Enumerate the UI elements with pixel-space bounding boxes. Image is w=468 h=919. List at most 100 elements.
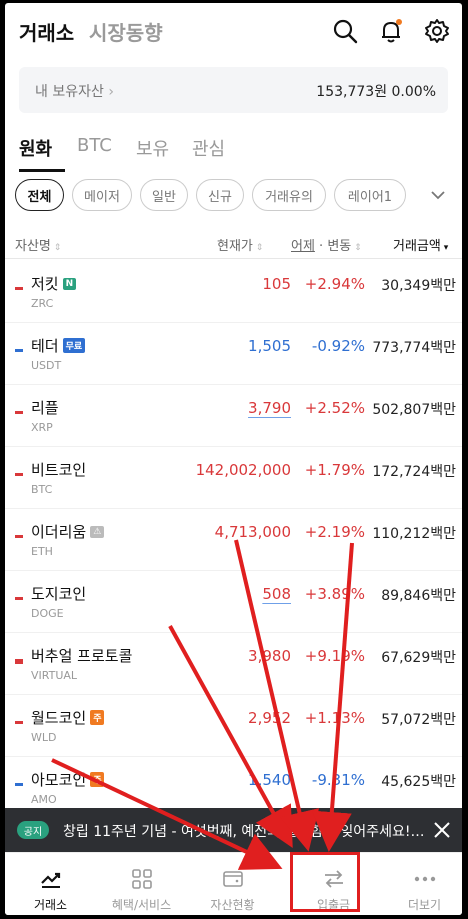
coin-name: 테더 무료 — [31, 335, 86, 356]
filter-chips: 전체 메이저 일반 신규 거래유의 레이어1 — [5, 179, 462, 215]
holdings-summary[interactable]: 내 보유자산 › 153,773원 0.00% — [19, 67, 448, 113]
chevron-right-icon: › — [108, 84, 114, 100]
tab-holdings[interactable]: 보유 — [136, 135, 169, 161]
holdings-label: 내 보유자산 › — [35, 84, 114, 100]
sort-icon: ⇕ — [351, 243, 362, 253]
search-icon[interactable] — [331, 17, 359, 45]
chip-new[interactable]: 신규 — [196, 179, 244, 211]
trend-mark — [15, 287, 23, 290]
market-tabs: 원화 BTC 보유 관심 — [5, 131, 462, 172]
coin-price: 2,952 — [248, 709, 291, 727]
coin-name: 아모코인 주 — [31, 769, 105, 790]
coin-change: +1.79% — [304, 461, 365, 479]
table-row[interactable]: 리플 XRP 3,790 +2.52% 502,807백만 — [5, 385, 462, 447]
table-row[interactable]: 월드코인 주 WLD 2,952 +1.13% 57,072백만 — [5, 695, 462, 757]
coin-price: 142,002,000 — [195, 461, 291, 479]
trend-mark — [15, 473, 23, 476]
trend-mark — [15, 535, 23, 538]
annotation-highlight-box — [290, 852, 360, 912]
coin-name: 이더리움 ⚠ — [31, 521, 105, 542]
warning-icon: ⚠ — [90, 525, 105, 538]
coin-price: 105 — [262, 275, 291, 293]
notice-tag: 공지 — [17, 821, 49, 839]
header-price[interactable]: 현재가 ⇕ — [217, 235, 263, 254]
nav-benefits[interactable]: 혜택/서비스 — [96, 853, 187, 915]
coin-volume: 773,774백만 — [372, 340, 456, 356]
chip-major[interactable]: 메이저 — [72, 179, 132, 211]
close-icon[interactable] — [430, 818, 454, 842]
coin-ticker: XRP — [31, 421, 53, 434]
chevron-down-icon[interactable] — [413, 179, 462, 211]
coin-change: +9.19% — [304, 647, 365, 665]
coin-price: 4,713,000 — [214, 523, 291, 541]
coin-change: +3.89% — [304, 585, 365, 603]
coin-ticker: ZRC — [31, 297, 54, 310]
nav-exchange[interactable]: 거래소 — [5, 853, 96, 915]
trend-mark — [15, 659, 23, 664]
coin-volume: 172,724백만 — [372, 464, 456, 480]
coin-volume: 89,846백만 — [381, 588, 456, 604]
coin-price: 1,505 — [248, 337, 291, 355]
tab-btc[interactable]: BTC — [77, 135, 112, 156]
coin-ticker: AMO — [31, 793, 57, 806]
trend-mark — [15, 783, 23, 786]
coin-change: +2.94% — [304, 275, 365, 293]
coin-volume: 45,625백만 — [381, 774, 456, 790]
coin-volume: 502,807백만 — [372, 402, 456, 418]
table-row[interactable]: 도지코인 DOGE 508 +3.89% 89,846백만 — [5, 571, 462, 633]
header-volume[interactable]: 거래금액 ▾ — [393, 235, 448, 254]
table-row[interactable]: 저킷 N ZRC 105 +2.94% 30,349백만 — [5, 261, 462, 323]
app-frame: 거래소 시장동향 내 보유자산 › 153,773원 0.00% 원화 BTC … — [5, 3, 462, 915]
table-row[interactable]: 비트코인 BTC 142,002,000 +1.79% 172,724백만 — [5, 447, 462, 509]
coin-name: 월드코인 주 — [31, 707, 105, 728]
header-asset[interactable]: 자산명 ⇕ — [15, 235, 61, 254]
sort-desc-icon: ▾ — [440, 243, 449, 253]
coin-name: 저킷 N — [31, 273, 77, 294]
wallet-icon — [219, 867, 247, 891]
coin-ticker: BTC — [31, 483, 53, 496]
table-row[interactable]: 버추얼 프로토콜 VIRTUAL 3,980 +9.19% 67,629백만 — [5, 633, 462, 695]
market-trend-tab[interactable]: 시장동향 — [89, 17, 163, 46]
chip-general[interactable]: 일반 — [140, 179, 188, 211]
coin-volume: 67,629백만 — [381, 650, 456, 666]
coin-volume: 110,212백만 — [372, 526, 456, 542]
caution-badge: 주 — [90, 710, 105, 725]
bell-icon[interactable] — [377, 17, 405, 45]
more-icon — [411, 867, 439, 891]
sort-icon: ⇕ — [50, 243, 62, 253]
new-badge: N — [62, 277, 77, 290]
nav-more[interactable]: 더보기 — [379, 853, 462, 915]
top-bar: 거래소 시장동향 — [5, 3, 462, 59]
chip-caution[interactable]: 거래유의 — [252, 179, 326, 211]
gear-icon[interactable] — [423, 17, 451, 45]
tab-krw[interactable]: 원화 — [19, 135, 52, 161]
coin-ticker: VIRTUAL — [31, 669, 78, 682]
coin-name: 도지코인 — [31, 585, 87, 603]
coin-change: +2.52% — [304, 399, 365, 417]
chip-all[interactable]: 전체 — [15, 179, 64, 211]
coin-price: 508 — [262, 585, 291, 603]
coin-volume: 30,349백만 — [381, 278, 456, 294]
chip-layer1[interactable]: 레이어1 — [334, 179, 406, 211]
page-title[interactable]: 거래소 — [19, 17, 74, 46]
nav-assets[interactable]: 자산현황 — [187, 853, 278, 915]
nav-label: 혜택/서비스 — [111, 898, 172, 912]
active-tab-indicator — [19, 169, 65, 172]
nav-label: 더보기 — [407, 898, 442, 912]
notice-banner[interactable]: 공지 창립 11주년 기념 - 여섯번째, 예전의 불편함은 잊어주세요! 확 … — [5, 808, 462, 852]
table-row[interactable]: 이더리움 ⚠ ETH 4,713,000 +2.19% 110,212백만 — [5, 509, 462, 571]
trend-mark — [15, 349, 23, 352]
coin-change: +2.19% — [304, 523, 365, 541]
coin-ticker: DOGE — [31, 607, 64, 620]
header-change[interactable]: 어제 · 변동 ⇕ — [291, 235, 362, 254]
coin-ticker: ETH — [31, 545, 53, 558]
table-row[interactable]: 테더 무료 USDT 1,505 -0.92% 773,774백만 — [5, 323, 462, 385]
trend-mark — [15, 721, 23, 724]
grid-icon — [128, 867, 156, 891]
free-badge: 무료 — [62, 338, 86, 353]
tab-favorites[interactable]: 관심 — [192, 135, 225, 161]
holdings-value: 153,773원 0.00% — [316, 84, 436, 100]
trend-icon — [37, 867, 65, 891]
trend-mark — [15, 411, 23, 414]
coin-list: 저킷 N ZRC 105 +2.94% 30,349백만 테더 무료 USDT 1,… — [5, 261, 462, 821]
